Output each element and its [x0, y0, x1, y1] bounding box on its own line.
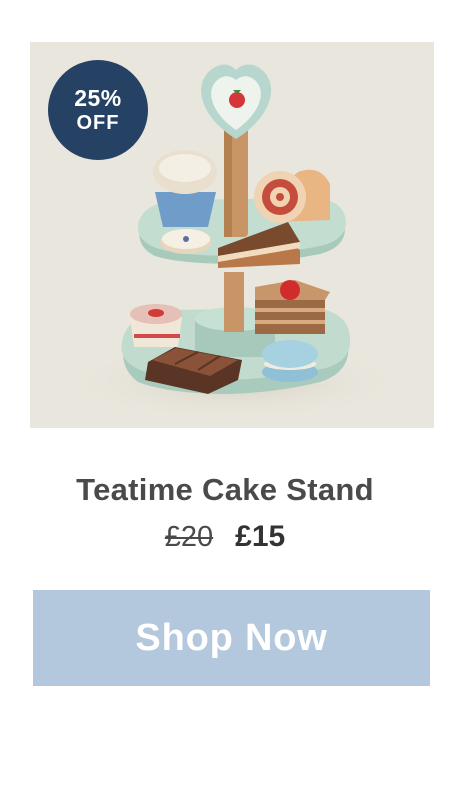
product-title[interactable]: Teatime Cake Stand — [0, 472, 450, 508]
original-price: £20 — [164, 521, 214, 553]
discount-badge: 25% OFF — [48, 60, 148, 160]
price-row: £20 £15 — [0, 520, 450, 554]
sale-price: £15 — [235, 520, 286, 553]
discount-label: OFF — [76, 112, 120, 134]
shop-now-button[interactable]: Shop Now — [33, 590, 430, 686]
discount-percent: 25% — [74, 85, 122, 111]
